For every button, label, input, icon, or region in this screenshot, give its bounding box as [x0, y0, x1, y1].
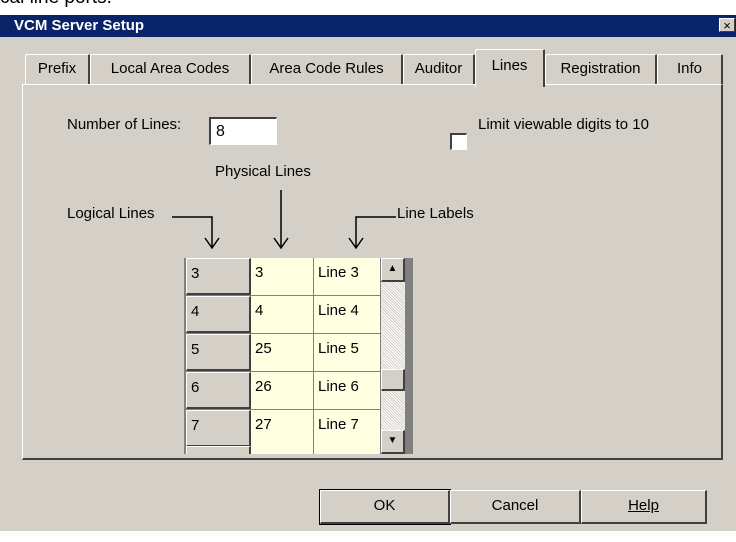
lines-tab-panel	[22, 84, 723, 460]
tab-lines[interactable]: Lines	[475, 49, 545, 87]
help-button-label: Help	[628, 497, 659, 514]
ok-button[interactable]: OK	[319, 489, 451, 525]
cancel-button[interactable]: Cancel	[450, 490, 581, 524]
cutoff-caption-text: cal line ports.	[0, 0, 112, 9]
vcm-server-setup-dialog: VCM Server Setup × Prefix Local Area Cod…	[0, 15, 736, 531]
help-button[interactable]: Help	[581, 490, 707, 524]
